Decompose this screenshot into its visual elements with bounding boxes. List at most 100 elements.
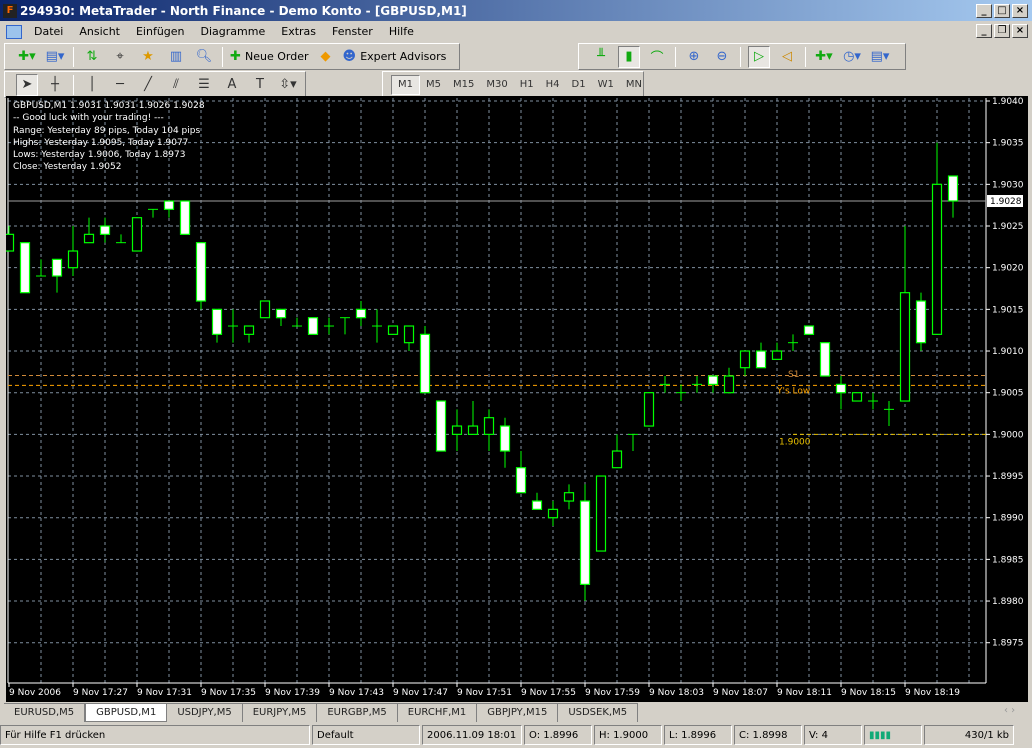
close-button[interactable]: × [1012, 3, 1028, 18]
tab-gbpusd-m1[interactable]: GBPUSD,M1 [85, 704, 168, 722]
market-watch-icon[interactable]: ⇅ [81, 46, 103, 68]
child-close-button[interactable]: × [1012, 24, 1028, 38]
bull-candle [131, 217, 143, 252]
window-title: 294930: MetaTrader - North Finance - Dem… [20, 3, 467, 18]
status-help: Für Hilfe F1 drücken [0, 725, 310, 745]
price-chart[interactable]: 1.9040 1.9035 1.9030 1.9025 1.9020 1.9015 1.90… [3, 96, 1028, 702]
indicators-icon[interactable]: ✚▾ [813, 46, 835, 68]
bear-candle [99, 225, 111, 235]
bull-candle [3, 233, 15, 252]
candlestick-chart[interactable]: 1.9040 1.9035 1.9030 1.9025 1.9020 1.9015 1.90… [3, 96, 1028, 702]
minimize-button[interactable]: _ [976, 3, 992, 18]
new-order-button[interactable]: ✚ Neue Order [230, 46, 309, 68]
tab-scroll-arrows-icon[interactable]: ‹ › [1004, 705, 1015, 716]
crosshair-icon[interactable]: ┼ [44, 74, 66, 96]
y-tick-label: 1.8995 [992, 472, 1024, 482]
auto-scroll-icon[interactable]: ▷ [748, 45, 770, 68]
x-tick-label: 9 Nov 18:15 [841, 688, 896, 698]
info-range: Range: Yesterday 89 pips, Today 104 pips [13, 125, 201, 136]
bull-candle [771, 350, 783, 360]
bull-candle [451, 425, 463, 435]
child-minimize-button[interactable]: _ [976, 24, 992, 38]
bar-chart-icon[interactable]: ╨ [590, 46, 612, 68]
bear-candle [435, 400, 447, 452]
y-tick-label: 1.9030 [992, 180, 1024, 190]
timeframe-m30[interactable]: M30 [480, 75, 513, 95]
zoom-out-icon[interactable]: ⊖ [711, 46, 733, 68]
tester-icon[interactable]: 🔍︎ [193, 46, 215, 68]
menu-extras[interactable]: Extras [273, 25, 324, 38]
bull-candle [931, 183, 943, 335]
y-tick-label: 1.9005 [992, 389, 1024, 399]
timeframe-m15[interactable]: M15 [447, 75, 480, 95]
vertical-line-icon[interactable]: │ [81, 74, 103, 96]
maximize-button[interactable]: □ [994, 3, 1010, 18]
equidistant-channel-icon[interactable]: ⫽ [165, 74, 187, 96]
x-tick-label: 9 Nov 17:59 [585, 688, 640, 698]
timeframe-m5[interactable]: M5 [420, 75, 447, 95]
y-tick-label: 1.9040 [992, 97, 1024, 107]
timeframe-m1[interactable]: M1 [391, 74, 420, 95]
new-chart-icon[interactable]: ✚▾ [16, 46, 38, 68]
bull-candle [243, 325, 255, 335]
x-tick-label: 9 Nov 18:11 [777, 688, 832, 698]
tab-eurusd-m5[interactable]: EURUSD,M5 [4, 704, 86, 722]
menu-hilfe[interactable]: Hilfe [381, 25, 422, 38]
tab-gbpjpy-m15[interactable]: GBPJPY,M15 [477, 704, 559, 722]
profiles-icon[interactable]: ▤▾ [44, 46, 66, 68]
x-tick-label: 9 Nov 18:19 [905, 688, 960, 698]
charts-toolbar: ╨ ▮ ⌒ ⊕ ⊖ ▷ ◁ ✚▾ ◷▾ ▤▾ [578, 43, 906, 70]
tab-eurgbp-m5[interactable]: EURGBP,M5 [317, 704, 398, 722]
x-tick-label: 9 Nov 2006 [9, 688, 61, 698]
expert-advisors-button[interactable]: ☻ Expert Advisors [343, 46, 447, 68]
menu-fenster[interactable]: Fenster [324, 25, 381, 38]
timeframe-h4[interactable]: H4 [540, 75, 566, 95]
y-tick-label: 1.9000 [992, 430, 1024, 440]
timeframe-d1[interactable]: D1 [566, 75, 592, 95]
favorites-folder-icon[interactable]: ★ [137, 46, 159, 68]
bear-candle [515, 467, 527, 494]
x-tick-label: 9 Nov 18:07 [713, 688, 768, 698]
text-icon[interactable]: A [221, 74, 243, 96]
templates-icon[interactable]: ▤▾ [869, 46, 891, 68]
menu-ansicht[interactable]: Ansicht [71, 25, 128, 38]
crosshair-navigator-icon[interactable]: ⌖ [109, 46, 131, 68]
tab-eurchf-m1[interactable]: EURCHF,M1 [398, 704, 478, 722]
tab-usdsek-m5[interactable]: USDSEK,M5 [558, 704, 639, 722]
fibonacci-icon[interactable]: ☰ [193, 74, 215, 96]
candlestick-chart-icon[interactable]: ▮ [618, 45, 640, 68]
bear-candle [579, 500, 591, 585]
tab-eurjpy-m5[interactable]: EURJPY,M5 [243, 704, 318, 722]
text-label-icon[interactable]: T [249, 74, 271, 96]
menu-datei[interactable]: Datei [26, 25, 71, 38]
info-close: Close: Yesterday 1.9052 [13, 162, 122, 173]
cursor-icon[interactable]: ➤ [16, 73, 38, 96]
document-icon[interactable] [6, 24, 22, 39]
menu-diagramme[interactable]: Diagramme [193, 25, 274, 38]
zoom-in-icon[interactable]: ⊕ [683, 46, 705, 68]
horizontal-line-icon[interactable]: ─ [109, 74, 131, 96]
periods-clock-icon[interactable]: ◷▾ [841, 46, 863, 68]
menu-einfuegen[interactable]: Einfügen [128, 25, 193, 38]
terminal-icon[interactable]: ▥ [165, 46, 187, 68]
bull-candle [547, 508, 559, 519]
timeframe-w1[interactable]: W1 [592, 75, 620, 95]
bear-candle [835, 383, 847, 394]
timeframe-h1[interactable]: H1 [514, 75, 540, 95]
arrows-icon[interactable]: ⇳▾ [277, 74, 299, 96]
child-restore-button[interactable]: ❐ [994, 24, 1010, 38]
chart-tabs: EURUSD,M5 GBPUSD,M1 USDJPY,M5 EURJPY,M5 … [4, 703, 639, 722]
line-chart-icon[interactable]: ⌒ [646, 46, 668, 68]
timeframe-mn[interactable]: MN [620, 75, 648, 95]
y-tick-label: 1.9025 [992, 222, 1024, 232]
status-profile: Default [312, 725, 420, 745]
bear-candle [355, 308, 367, 319]
autotrading-icon[interactable]: ◆ [315, 46, 337, 68]
trendline-icon[interactable]: ╱ [137, 74, 159, 96]
status-bar: Für Hilfe F1 drücken Default 2006.11.09 … [0, 725, 1032, 746]
chart-shift-icon[interactable]: ◁ [776, 46, 798, 68]
tab-usdjpy-m5[interactable]: USDJPY,M5 [167, 704, 243, 722]
bear-candle [915, 300, 927, 344]
y-tick-label: 1.9015 [992, 305, 1024, 315]
info-lows: Lows: Yesterday 1.9006, Today 1.8973 [13, 150, 186, 161]
